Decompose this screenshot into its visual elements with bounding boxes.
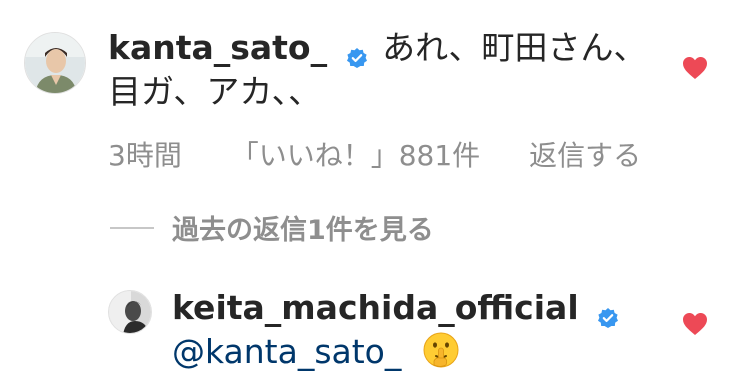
replies-divider (110, 226, 154, 229)
heart-icon[interactable] (682, 56, 708, 80)
heart-icon[interactable] (682, 312, 708, 336)
view-replies-button[interactable]: 過去の返信1件を見る (110, 208, 434, 247)
avatar[interactable] (108, 290, 152, 334)
view-replies-label: 過去の返信1件を見る (172, 215, 434, 246)
reply-username[interactable]: keita_machida_official (172, 288, 579, 327)
comment-text-line-2: 目ガ、アカ、、 (108, 72, 322, 111)
reply-line-1: keita_machida_official (172, 286, 619, 330)
avatar-image (109, 291, 151, 333)
reply-line-2: @kanta_sato_ (172, 330, 619, 374)
comment-text-line-1: あれ、町田さん、 (382, 28, 647, 67)
comment-body: kanta_sato_ あれ、町田さん、 目ガ、アカ、、 (108, 26, 646, 114)
reply-item: keita_machida_official @kanta_sato_ (0, 270, 750, 392)
reply-body: keita_machida_official @kanta_sato_ (172, 286, 619, 374)
comment-time: 3時間 (108, 139, 182, 172)
comment-username[interactable]: kanta_sato_ (108, 28, 327, 67)
shushing-face-emoji-icon (422, 331, 460, 369)
comment-item: kanta_sato_ あれ、町田さん、 目ガ、アカ、、 3時間 「いいね！」8… (0, 0, 750, 200)
comment-line-1: kanta_sato_ あれ、町田さん、 (108, 26, 646, 70)
verified-badge-icon (597, 296, 619, 328)
comment-likes-link[interactable]: 「いいね！」881件 (231, 139, 480, 172)
avatar[interactable] (24, 32, 86, 94)
avatar-image (25, 33, 85, 93)
reply-button[interactable]: 返信する (529, 139, 641, 172)
verified-badge-icon (346, 36, 368, 68)
comment-meta: 3時間 「いいね！」881件 返信する (108, 134, 681, 174)
mention-link[interactable]: @kanta_sato_ (172, 332, 401, 371)
